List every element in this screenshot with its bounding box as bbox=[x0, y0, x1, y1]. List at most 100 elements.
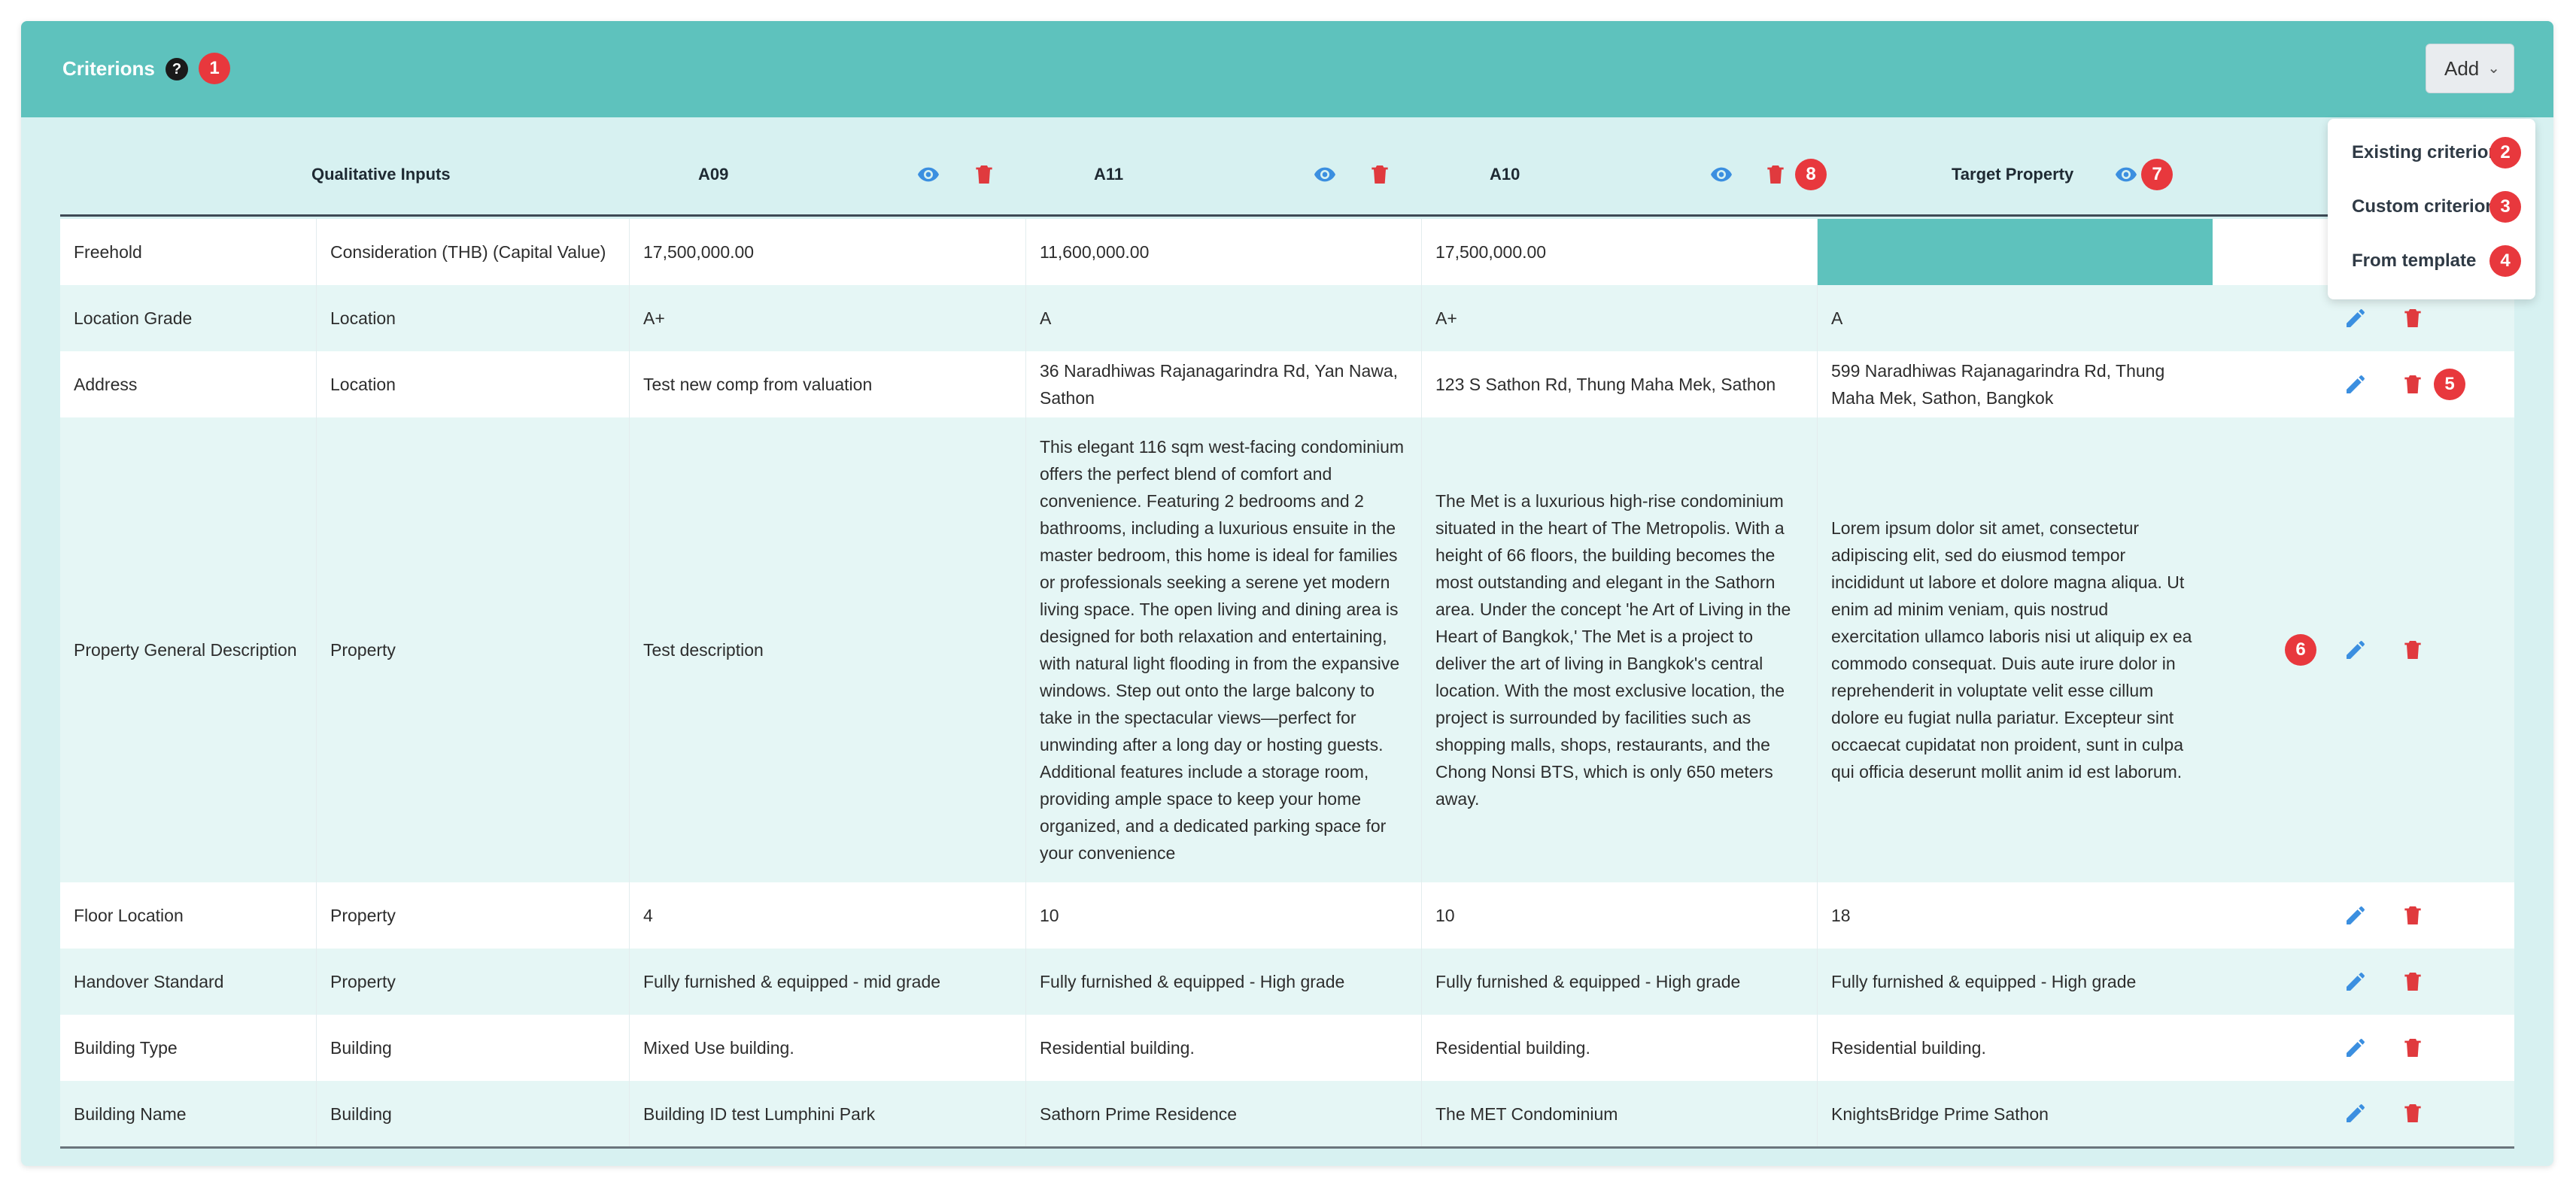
pencil-icon[interactable] bbox=[2344, 306, 2368, 330]
trash-icon[interactable] bbox=[1763, 162, 1788, 187]
eye-icon[interactable] bbox=[1709, 162, 1733, 187]
row-category: Consideration (THB) (Capital Value) bbox=[316, 219, 629, 285]
cell-a10[interactable]: 17,500,000.00 bbox=[1421, 219, 1817, 285]
cell-a09[interactable]: Test description bbox=[629, 417, 1025, 882]
pencil-icon[interactable] bbox=[2344, 903, 2368, 927]
cell-a10[interactable]: 10 bbox=[1421, 882, 1817, 949]
cell-a10[interactable]: The Met is a luxurious high-rise condomi… bbox=[1421, 417, 1817, 882]
menu-item-existing-criterion[interactable]: Existing criterion bbox=[2352, 141, 2499, 164]
cell-target[interactable] bbox=[1817, 219, 2213, 285]
trash-icon[interactable] bbox=[972, 162, 996, 187]
cell-target[interactable]: KnightsBridge Prime Sathon bbox=[1817, 1081, 2213, 1146]
row-actions bbox=[2213, 882, 2514, 949]
pencil-icon[interactable] bbox=[2344, 638, 2368, 662]
eye-icon[interactable] bbox=[1313, 162, 1337, 187]
trash-icon[interactable] bbox=[2401, 1101, 2425, 1125]
chevron-down-icon: ⌄ bbox=[2487, 60, 2500, 77]
row-actions: 5 bbox=[2213, 351, 2514, 417]
eye-icon[interactable] bbox=[916, 162, 940, 187]
cell-a10[interactable]: A+ bbox=[1421, 285, 1817, 351]
menu-item-custom-criterion[interactable]: Custom criterion bbox=[2352, 196, 2496, 218]
row-name: Location Grade bbox=[74, 308, 193, 328]
column-qualitative-inputs: Qualitative Inputs bbox=[311, 165, 451, 184]
column-target-property: Target Property bbox=[1952, 165, 2074, 184]
row-actions bbox=[2213, 1081, 2514, 1146]
menu-item-from-template[interactable]: From template bbox=[2352, 250, 2476, 272]
row-category: Property bbox=[316, 882, 629, 949]
row-name: Address bbox=[74, 375, 138, 394]
cell-a11[interactable]: A bbox=[1025, 285, 1421, 351]
cell-a11[interactable]: 36 Naradhiwas Rajanagarindra Rd, Yan Naw… bbox=[1025, 351, 1421, 417]
column-a11: A11 bbox=[1094, 165, 1124, 184]
annotation-badge: 4 bbox=[2489, 245, 2521, 277]
row-category: Property bbox=[316, 417, 629, 882]
add-button[interactable]: Add ⌄ bbox=[2426, 44, 2514, 93]
cell-a09[interactable]: 4 bbox=[629, 882, 1025, 949]
row-name: Freehold bbox=[74, 242, 142, 262]
panel-title: Criterions bbox=[62, 57, 155, 80]
annotation-badge: 5 bbox=[2434, 369, 2465, 400]
pencil-icon[interactable] bbox=[2344, 1036, 2368, 1060]
row-category: Building bbox=[316, 1081, 629, 1146]
add-button-label: Add bbox=[2444, 57, 2480, 80]
row-actions bbox=[2213, 1015, 2514, 1081]
table-row: Address Location Test new comp from valu… bbox=[60, 351, 2514, 417]
row-category: Property bbox=[316, 949, 629, 1015]
table-row: Property General Description Property Te… bbox=[60, 417, 2514, 882]
column-a09: A09 bbox=[698, 165, 729, 184]
cell-a10[interactable]: Residential building. bbox=[1421, 1015, 1817, 1081]
cell-a11[interactable]: This elegant 116 sqm west-facing condomi… bbox=[1025, 417, 1421, 882]
cell-target[interactable]: Lorem ipsum dolor sit amet, consectetur … bbox=[1817, 417, 2213, 882]
eye-icon[interactable] bbox=[2114, 162, 2138, 187]
cell-target[interactable]: Fully furnished & equipped - High grade bbox=[1817, 949, 2213, 1015]
trash-icon[interactable] bbox=[2401, 372, 2425, 396]
row-name: Building Name bbox=[74, 1103, 187, 1124]
trash-icon[interactable] bbox=[2401, 638, 2425, 662]
annotation-badge: 3 bbox=[2489, 191, 2521, 223]
row-name: Building Type bbox=[74, 1038, 178, 1058]
pencil-icon[interactable] bbox=[2344, 970, 2368, 994]
table-row: Floor Location Property 4 10 10 18 bbox=[60, 882, 2514, 949]
table-row: Location Grade Location A+ A A+ A bbox=[60, 285, 2514, 351]
cell-a10[interactable]: 123 S Sathon Rd, Thung Maha Mek, Sathon bbox=[1421, 351, 1817, 417]
cell-a09[interactable]: Fully furnished & equipped - mid grade bbox=[629, 949, 1025, 1015]
cell-a09[interactable]: Test new comp from valuation bbox=[629, 351, 1025, 417]
pencil-icon[interactable] bbox=[2344, 1101, 2368, 1125]
trash-icon[interactable] bbox=[2401, 903, 2425, 927]
cell-target[interactable]: A bbox=[1817, 285, 2213, 351]
annotation-badge: 1 bbox=[199, 53, 230, 84]
trash-icon[interactable] bbox=[2401, 306, 2425, 330]
cell-a11[interactable]: 11,600,000.00 bbox=[1025, 219, 1421, 285]
cell-a11[interactable]: Residential building. bbox=[1025, 1015, 1421, 1081]
panel-header: Criterions ? 1 Add ⌄ bbox=[21, 21, 2553, 117]
annotation-badge: 2 bbox=[2489, 137, 2521, 168]
question-circle-icon[interactable]: ? bbox=[166, 58, 188, 80]
trash-icon[interactable] bbox=[1368, 162, 1392, 187]
row-actions bbox=[2213, 949, 2514, 1015]
cell-a10[interactable]: The MET Condominium bbox=[1421, 1081, 1817, 1146]
cell-a09[interactable]: Building ID test Lumphini Park bbox=[629, 1081, 1025, 1146]
table-row: Building Name Building Building ID test … bbox=[60, 1081, 2514, 1146]
trash-icon[interactable] bbox=[2401, 1036, 2425, 1060]
row-name: Floor Location bbox=[74, 906, 184, 925]
row-name: Handover Standard bbox=[74, 972, 224, 991]
cell-a10[interactable]: Fully furnished & equipped - High grade bbox=[1421, 949, 1817, 1015]
trash-icon[interactable] bbox=[2401, 970, 2425, 994]
cell-a09[interactable]: A+ bbox=[629, 285, 1025, 351]
criteria-table: Qualitative Inputs A09 A11 A 10 8 Target … bbox=[60, 132, 2514, 1149]
cell-a09[interactable]: Mixed Use building. bbox=[629, 1015, 1025, 1081]
cell-a09[interactable]: 17,500,000.00 bbox=[629, 219, 1025, 285]
row-actions: 6 bbox=[2213, 417, 2514, 882]
row-category: Location bbox=[316, 285, 629, 351]
pencil-icon[interactable] bbox=[2344, 372, 2368, 396]
criterions-panel: Criterions ? 1 Add ⌄ Qualitative Inputs … bbox=[21, 21, 2553, 1166]
cell-target[interactable]: 599 Naradhiwas Rajanagarindra Rd, Thung … bbox=[1817, 351, 2213, 417]
cell-a11[interactable]: 10 bbox=[1025, 882, 1421, 949]
cell-target[interactable]: Residential building. bbox=[1817, 1015, 2213, 1081]
table-row: Handover Standard Property Fully furnish… bbox=[60, 949, 2514, 1015]
cell-a11[interactable]: Fully furnished & equipped - High grade bbox=[1025, 949, 1421, 1015]
annotation-badge: 8 bbox=[1795, 159, 1827, 190]
cell-a11[interactable]: Sathorn Prime Residence bbox=[1025, 1081, 1421, 1146]
cell-target[interactable]: 18 bbox=[1817, 882, 2213, 949]
row-category: Building bbox=[316, 1015, 629, 1081]
